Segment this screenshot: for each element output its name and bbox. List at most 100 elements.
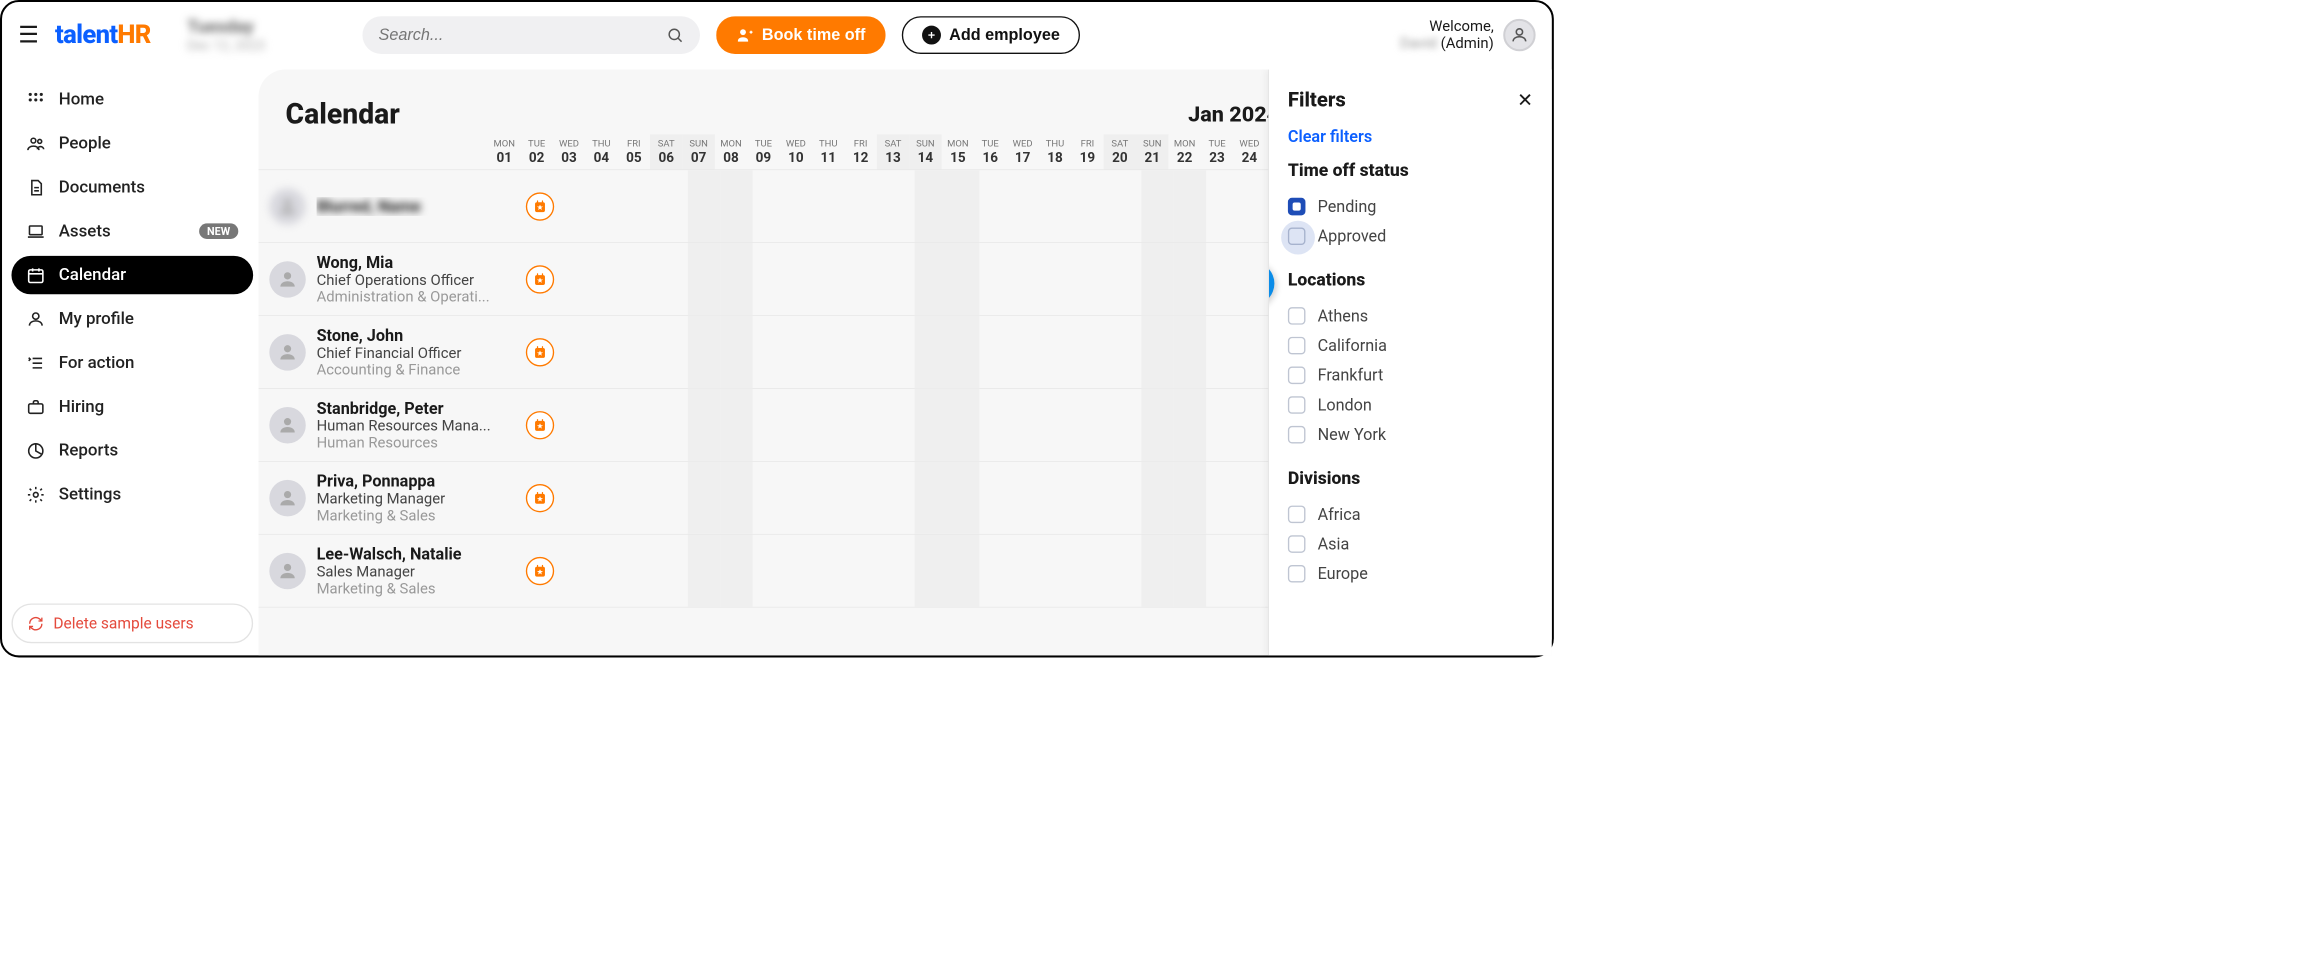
clear-filters[interactable]: Clear filters bbox=[1288, 127, 1372, 146]
person-name: Stanbridge, Peter bbox=[317, 399, 526, 418]
checkbox[interactable] bbox=[1288, 198, 1306, 216]
sidebar-item-hiring[interactable]: Hiring bbox=[11, 387, 253, 425]
status-pending[interactable]: Pending bbox=[1288, 192, 1533, 222]
main-content: Calendar Jan 2024 Today Mat MON01TUE02WE… bbox=[259, 70, 1552, 656]
time-off-marker[interactable] bbox=[526, 192, 554, 220]
day-column: MON08 bbox=[715, 134, 747, 169]
location-frankfurt[interactable]: Frankfurt bbox=[1288, 360, 1533, 390]
delete-sample-users[interactable]: Delete sample users bbox=[11, 603, 253, 643]
checkbox[interactable] bbox=[1288, 337, 1306, 355]
time-off-marker[interactable] bbox=[526, 411, 554, 439]
user-avatar[interactable] bbox=[1503, 19, 1535, 51]
global-search[interactable] bbox=[362, 16, 699, 54]
location-california[interactable]: California bbox=[1288, 331, 1533, 361]
sidebar-item-my-profile[interactable]: My profile bbox=[11, 300, 253, 338]
location-athens[interactable]: Athens bbox=[1288, 301, 1533, 331]
sidebar-item-reports[interactable]: Reports bbox=[11, 431, 253, 469]
sidebar-item-calendar[interactable]: Calendar bbox=[11, 256, 253, 294]
sidebar-item-label: For action bbox=[59, 353, 135, 373]
day-column: WED03 bbox=[553, 134, 585, 169]
person-title: Chief Financial Officer bbox=[317, 345, 526, 362]
time-off-marker[interactable] bbox=[526, 338, 554, 366]
brand-logo[interactable]: talentHR bbox=[55, 20, 151, 50]
checkbox[interactable] bbox=[1288, 535, 1306, 553]
people-icon bbox=[26, 134, 45, 153]
sidebar-item-settings[interactable]: Settings bbox=[11, 475, 253, 513]
callout-marker: 1 bbox=[1268, 253, 1283, 314]
checkbox[interactable] bbox=[1288, 426, 1306, 444]
sidebar-item-label: Documents bbox=[59, 178, 145, 198]
day-column: SAT13 bbox=[877, 134, 909, 169]
refresh-icon bbox=[28, 615, 44, 631]
search-input[interactable] bbox=[379, 26, 667, 45]
book-time-off-button[interactable]: Book time off bbox=[716, 16, 886, 54]
person-info: Stone, JohnChief Financial OfficerAccoun… bbox=[317, 326, 526, 379]
checkbox[interactable] bbox=[1288, 565, 1306, 583]
division-europe[interactable]: Europe bbox=[1288, 559, 1533, 589]
locations-section-title: Locations bbox=[1288, 270, 1533, 290]
sidebar-item-documents[interactable]: Documents bbox=[11, 168, 253, 206]
day-column: TUE23 bbox=[1201, 134, 1233, 169]
day-column: SAT20 bbox=[1104, 134, 1136, 169]
checkbox-label: Frankfurt bbox=[1318, 366, 1384, 385]
current-month: Jan 2024 bbox=[1188, 101, 1279, 127]
day-column: THU11 bbox=[812, 134, 844, 169]
day-column: MON15 bbox=[942, 134, 974, 169]
sidebar-item-label: Hiring bbox=[59, 397, 105, 417]
person-info: Wong, MiaChief Operations OfficerAdminis… bbox=[317, 253, 526, 306]
sidebar-item-label: Assets bbox=[59, 221, 111, 241]
person-title: Chief Operations Officer bbox=[317, 272, 526, 289]
person-avatar bbox=[269, 480, 305, 516]
gear-icon bbox=[26, 485, 45, 504]
book-time-off-label: Book time off bbox=[762, 26, 865, 45]
checkbox[interactable] bbox=[1288, 367, 1306, 385]
division-africa[interactable]: Africa bbox=[1288, 500, 1533, 530]
day-column: FRI19 bbox=[1071, 134, 1103, 169]
time-off-marker[interactable] bbox=[526, 484, 554, 512]
close-icon[interactable]: ✕ bbox=[1517, 89, 1533, 111]
sidebar-nav: Home People Documents AssetsNEW Calendar My p… bbox=[2, 68, 259, 655]
welcome-role: (Admin) bbox=[1441, 35, 1494, 52]
day-column: FRI05 bbox=[618, 134, 650, 169]
location-new-york[interactable]: New York bbox=[1288, 420, 1533, 450]
sidebar-item-people[interactable]: People bbox=[11, 124, 253, 162]
pie-icon bbox=[26, 441, 45, 460]
day-column: SUN07 bbox=[682, 134, 714, 169]
filters-panel: 1 Filters ✕ Clear filters Time off statu… bbox=[1268, 70, 1551, 656]
person-info: Lee-Walsch, NatalieSales ManagerMarketin… bbox=[317, 544, 526, 597]
checkbox[interactable] bbox=[1288, 227, 1306, 245]
sidebar-item-label: Settings bbox=[59, 485, 121, 505]
person-dept: Marketing & Sales bbox=[317, 580, 526, 597]
location-london[interactable]: London bbox=[1288, 390, 1533, 420]
filters-title: Filters bbox=[1288, 88, 1346, 112]
add-employee-button[interactable]: Add employee bbox=[902, 16, 1080, 54]
checkbox[interactable] bbox=[1288, 396, 1306, 414]
sidebar-item-label: My profile bbox=[59, 309, 134, 329]
checkbox-label: London bbox=[1318, 396, 1372, 415]
current-user[interactable]: Welcome, David (Admin) bbox=[1383, 18, 1536, 52]
menu-toggle[interactable]: ☰ bbox=[18, 22, 39, 49]
day-column: THU18 bbox=[1039, 134, 1071, 169]
sidebar-item-assets[interactable]: AssetsNEW bbox=[11, 212, 253, 250]
status-section-title: Time off status bbox=[1288, 161, 1533, 181]
checkbox-label: Athens bbox=[1318, 306, 1369, 325]
person-info: Stanbridge, PeterHuman Resources Mana...… bbox=[317, 399, 526, 452]
sidebar-item-home[interactable]: Home bbox=[11, 80, 253, 118]
sidebar-item-label: People bbox=[59, 134, 111, 154]
checkbox[interactable] bbox=[1288, 506, 1306, 524]
day-column: WED24 bbox=[1233, 134, 1265, 169]
person-name: Blurred, Name bbox=[317, 197, 526, 216]
sidebar-item-for-action[interactable]: For action bbox=[11, 344, 253, 382]
person-title: Sales Manager bbox=[317, 563, 526, 580]
division-asia[interactable]: Asia bbox=[1288, 529, 1533, 559]
status-approved[interactable]: Approved bbox=[1288, 221, 1533, 251]
checkbox[interactable] bbox=[1288, 307, 1306, 325]
person-title: Marketing Manager bbox=[317, 490, 526, 507]
time-off-marker[interactable] bbox=[526, 557, 554, 585]
time-off-marker[interactable] bbox=[526, 265, 554, 293]
person-avatar bbox=[269, 552, 305, 588]
day-column: WED17 bbox=[1006, 134, 1038, 169]
person-avatar bbox=[269, 334, 305, 370]
day-column: SUN14 bbox=[909, 134, 941, 169]
briefcase-icon bbox=[26, 397, 45, 416]
